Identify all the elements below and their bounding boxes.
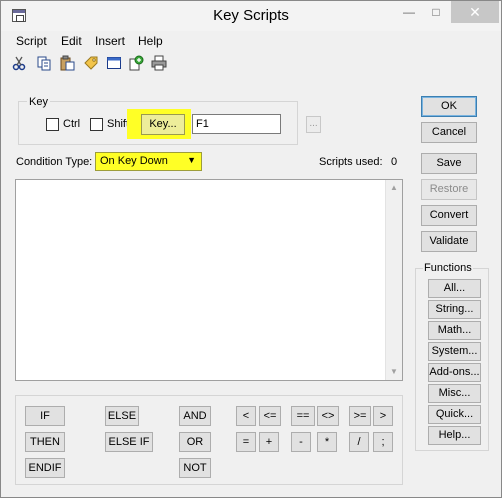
restore-button[interactable]: Restore (421, 179, 477, 200)
key-button[interactable]: Key... (141, 114, 185, 135)
condition-type-dropdown[interactable]: On Key Down ▼ (95, 152, 202, 171)
menu-help[interactable]: Help (138, 34, 163, 48)
greater-than-button[interactable]: > (373, 406, 393, 426)
or-button[interactable]: OR (179, 432, 211, 452)
functions-quick-button[interactable]: Quick... (428, 405, 481, 424)
editor-scrollbar[interactable]: ▲ ▼ (385, 180, 402, 380)
ctrl-checkbox[interactable] (46, 118, 59, 131)
minimize-button[interactable]: — (396, 1, 422, 23)
endif-button[interactable]: ENDIF (25, 458, 65, 478)
convert-button[interactable]: Convert (421, 205, 477, 226)
functions-string-button[interactable]: String... (428, 300, 481, 319)
tag-icon[interactable] (83, 55, 99, 71)
condition-type-value: On Key Down (100, 155, 168, 167)
assign-button[interactable]: = (236, 432, 256, 452)
scroll-down-icon[interactable]: ▼ (386, 364, 402, 380)
scripts-used-label: Scripts used: (319, 156, 383, 168)
equal-equal-button[interactable]: == (291, 406, 315, 426)
key-scripts-window: Key Scripts — □ ✕ Script Edit Insert Hel… (0, 0, 502, 498)
if-button[interactable]: IF (25, 406, 65, 426)
functions-system-button[interactable]: System... (428, 342, 481, 361)
print-icon[interactable] (151, 55, 167, 71)
functions-help-button[interactable]: Help... (428, 426, 481, 445)
else-button[interactable]: ELSE (105, 406, 139, 426)
less-equal-button[interactable]: <= (259, 406, 281, 426)
key-value-field[interactable]: F1 (192, 114, 281, 134)
shift-label: Shift (107, 118, 130, 130)
else-if-button[interactable]: ELSE IF (105, 432, 153, 452)
semicolon-button[interactable]: ; (373, 432, 393, 452)
plus-button[interactable]: + (259, 432, 279, 452)
ctrl-label: Ctrl (63, 118, 81, 130)
scroll-up-icon[interactable]: ▲ (386, 180, 402, 196)
cut-icon[interactable] (11, 55, 27, 71)
functions-addons-button[interactable]: Add-ons... (428, 363, 481, 382)
functions-math-button[interactable]: Math... (428, 321, 481, 340)
script-editor[interactable]: ▲ ▼ (15, 179, 403, 381)
maximize-button[interactable]: □ (423, 1, 449, 23)
close-button[interactable]: ✕ (451, 1, 499, 23)
functions-label: Functions (423, 262, 473, 274)
validate-button[interactable]: Validate (421, 231, 477, 252)
copy-icon[interactable] (36, 55, 52, 71)
ok-button[interactable]: OK (421, 96, 477, 117)
divide-button[interactable]: / (349, 432, 369, 452)
chevron-down-icon: ▼ (187, 155, 196, 165)
not-button[interactable]: NOT (179, 458, 211, 478)
cancel-button[interactable]: Cancel (421, 122, 477, 143)
condition-type-label: Condition Type: (16, 156, 93, 168)
shift-checkbox[interactable] (90, 118, 103, 131)
save-button[interactable]: Save (421, 153, 477, 174)
and-button[interactable]: AND (179, 406, 211, 426)
menu-insert[interactable]: Insert (95, 34, 125, 48)
greater-equal-button[interactable]: >= (349, 406, 371, 426)
menu-script[interactable]: Script (16, 34, 47, 48)
browse-key-button[interactable]: ... (306, 116, 321, 133)
scripts-used-count: 0 (391, 156, 398, 168)
then-button[interactable]: THEN (25, 432, 65, 452)
add-page-icon[interactable] (128, 55, 144, 71)
key-group-label: Key (27, 96, 50, 108)
minus-button[interactable]: - (291, 432, 311, 452)
paste-icon[interactable] (59, 55, 75, 71)
multiply-button[interactable]: * (317, 432, 337, 452)
functions-misc-button[interactable]: Misc... (428, 384, 481, 403)
not-equal-button[interactable]: <> (317, 406, 339, 426)
less-than-button[interactable]: < (236, 406, 256, 426)
window-icon[interactable] (106, 55, 122, 71)
title-bar: Key Scripts — □ ✕ (1, 1, 501, 31)
menu-bar: Script Edit Insert Help (1, 31, 501, 51)
functions-all-button[interactable]: All... (428, 279, 481, 298)
menu-edit[interactable]: Edit (61, 34, 82, 48)
